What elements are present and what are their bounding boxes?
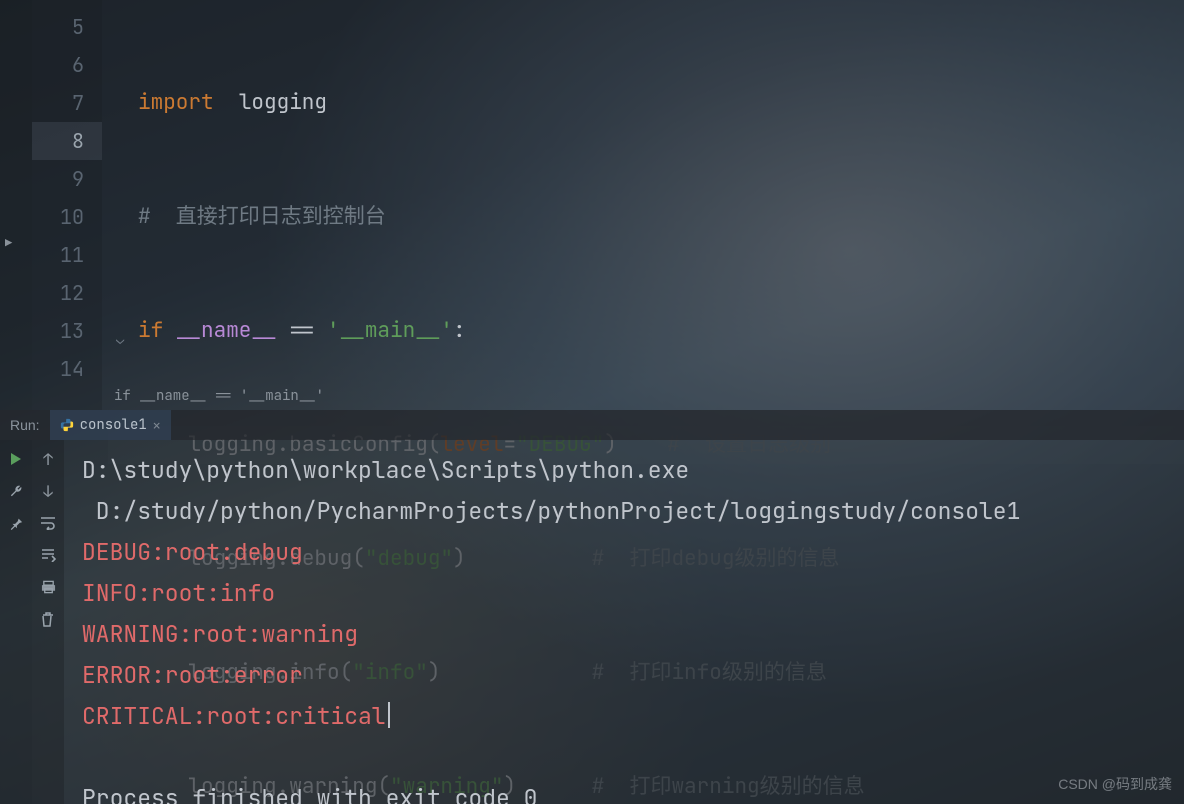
run-label: Run: xyxy=(0,417,50,433)
soft-wrap-icon[interactable] xyxy=(39,514,57,532)
wrench-icon[interactable] xyxy=(7,482,25,500)
run-tab[interactable]: console1 ✕ xyxy=(50,410,171,440)
line-number: 8 xyxy=(32,122,102,160)
identifier: logging xyxy=(239,89,327,116)
chevron-right-icon[interactable]: ▶ xyxy=(5,235,12,251)
run-panel: Run: console1 ✕ ↑ ↓ xyxy=(0,410,1184,804)
ide-root: ▶ 5 6 7 8 9 10 11 12 13 14 import loggin… xyxy=(0,0,1184,804)
line-number: 5 xyxy=(32,8,102,46)
scroll-to-end-icon[interactable] xyxy=(39,546,57,564)
arrow-down-icon[interactable]: ↓ xyxy=(39,482,57,500)
console-line-error: INFO:root:info xyxy=(82,578,275,608)
code-line: # 直接打印日志到控制台 xyxy=(108,198,1184,236)
code-line: ⌄if __name__ == '__main__': xyxy=(108,312,1184,350)
line-number: 6 xyxy=(32,46,102,84)
operator: == xyxy=(277,317,327,344)
run-tool-column-primary xyxy=(0,440,32,804)
console-line: Process finished with exit code 0 xyxy=(82,783,537,804)
editor-area: ▶ 5 6 7 8 9 10 11 12 13 14 import loggin… xyxy=(0,0,1184,410)
line-number-gutter: 5 6 7 8 9 10 11 12 13 14 xyxy=(32,0,102,410)
close-icon[interactable]: ✕ xyxy=(153,417,161,434)
line-number: 14 xyxy=(32,350,102,388)
run-tab-title: console1 xyxy=(80,416,147,434)
punct: : xyxy=(453,317,466,344)
fold-open-icon[interactable]: ⌄ xyxy=(116,321,124,359)
console-line-error: DEBUG:root:debug xyxy=(82,537,303,567)
console-line: D:\study\python\workplace\Scripts\python… xyxy=(82,455,703,485)
print-icon[interactable] xyxy=(39,578,57,596)
run-body: ↑ ↓ D:\study\python\workplace\Scripts\py… xyxy=(0,440,1184,804)
cursor xyxy=(388,702,390,728)
rerun-icon[interactable] xyxy=(7,450,25,468)
line-number: 13 xyxy=(32,312,102,350)
pin-icon[interactable] xyxy=(7,514,25,532)
trash-icon[interactable] xyxy=(39,610,57,628)
run-tabbar: Run: console1 ✕ xyxy=(0,410,1184,440)
python-icon xyxy=(60,418,74,432)
run-tool-column-secondary: ↑ ↓ xyxy=(32,440,64,804)
console-line: D:/study/python/PycharmProjects/pythonPr… xyxy=(82,496,1020,526)
console-line-error: WARNING:root:warning xyxy=(82,619,358,649)
keyword: import xyxy=(138,89,214,116)
text xyxy=(214,89,239,116)
dunder: __name__ xyxy=(176,317,277,344)
watermark: CSDN @码到成龚 xyxy=(1058,774,1172,794)
line-number: 12 xyxy=(32,274,102,312)
console-line-error: ERROR:root:error xyxy=(82,660,303,690)
line-number: 10 xyxy=(32,198,102,236)
code-editor[interactable]: import logging # 直接打印日志到控制台 ⌄if __name__… xyxy=(102,0,1184,410)
code-line: import logging xyxy=(108,84,1184,122)
string: '__main__' xyxy=(327,317,453,344)
console-output[interactable]: D:\study\python\workplace\Scripts\python… xyxy=(64,440,1184,804)
arrow-up-icon[interactable]: ↑ xyxy=(39,450,57,468)
keyword: if xyxy=(138,317,163,344)
editor-left-gutter-deco: ▶ xyxy=(0,0,32,410)
comment: # 直接打印日志到控制台 xyxy=(138,203,386,230)
line-number: 11 xyxy=(32,236,102,274)
console-line-error: CRITICAL:root:critical xyxy=(82,701,386,731)
breadcrumb[interactable]: if __name__ == '__main__' xyxy=(102,383,336,408)
line-number: 7 xyxy=(32,84,102,122)
line-number: 9 xyxy=(32,160,102,198)
